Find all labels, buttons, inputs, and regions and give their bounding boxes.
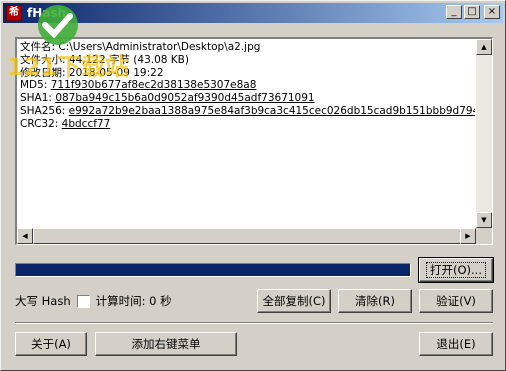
hash-value-link[interactable]: 4bdccf77 [62, 118, 111, 130]
add-context-menu-button[interactable]: 添加右键菜单 [95, 332, 237, 356]
output-line-label: 文件名: [20, 41, 59, 53]
output-line-label: CRC32: [20, 117, 62, 130]
fhash-window: 希 fHash _ □ × 文件名: C:\Users\Administrato… [0, 0, 506, 371]
hash-output-text[interactable]: 文件名: C:\Users\Administrator\Desktop\a2.j… [20, 41, 475, 228]
horizontal-scroll-thumb[interactable] [33, 228, 473, 244]
uppercase-hash-checkbox[interactable] [76, 294, 90, 308]
open-button[interactable]: 打开(O)... [418, 257, 494, 283]
scroll-left-icon[interactable]: ◀ [17, 228, 33, 244]
output-line-label: MD5: [20, 79, 51, 92]
output-line-label: SHA1: [20, 92, 56, 105]
output-line-label: 文件大小: [20, 53, 69, 66]
separator [15, 322, 493, 324]
copy-all-button[interactable]: 全部复制(C) [257, 289, 331, 313]
output-line-value: 44,122 字节 (43.08 KB) [68, 53, 189, 66]
progress-bar [15, 263, 411, 277]
output-line-label: 修改日期: [20, 66, 69, 79]
hash-value-link[interactable]: e992a72b9e2baa1388a975e84af3b9ca3c415cec… [69, 105, 475, 117]
title-bar[interactable]: 希 fHash _ □ × [3, 3, 503, 23]
output-line: 文件名: C:\Users\Administrator\Desktop\a2.j… [20, 41, 475, 54]
scroll-down-icon[interactable]: ▼ [476, 212, 492, 228]
output-line: 修改日期: 2018-05-09 19:22 [20, 67, 475, 80]
app-icon: 希 [6, 5, 22, 21]
exit-button[interactable]: 退出(E) [419, 332, 493, 356]
output-line-label: SHA256: [20, 104, 69, 117]
hash-value-link[interactable]: 087ba949c15b6a0d9052af9390d45adf73671091 [55, 92, 314, 104]
scroll-right-icon[interactable]: ▶ [460, 228, 476, 244]
progress-fill [16, 264, 410, 276]
output-line: 文件大小: 44,122 字节 (43.08 KB) [20, 54, 475, 67]
output-line: SHA1: 087ba949c15b6a0d9052af9390d45adf73… [20, 92, 475, 105]
hash-output-area[interactable]: 文件名: C:\Users\Administrator\Desktop\a2.j… [15, 37, 493, 245]
minimize-button[interactable]: _ [446, 5, 462, 19]
options-row: 大写 Hash 计算时间: 0 秒 [15, 293, 172, 309]
output-line: MD5: 711f930b677af8ec2d38138e5307e8a8 [20, 79, 475, 92]
scrollbar-corner [476, 228, 492, 244]
output-line-value: 2018-05-09 19:22 [68, 66, 164, 79]
output-line: CRC32: 4bdccf77 [20, 118, 475, 131]
close-button[interactable]: × [484, 5, 500, 19]
calc-time-label: 计算时间: 0 秒 [95, 294, 172, 308]
vertical-scrollbar[interactable]: ▲ ▼ [476, 39, 492, 228]
verify-button[interactable]: 验证(V) [419, 289, 493, 313]
open-button-label: 打开(O)... [426, 262, 486, 278]
uppercase-hash-label: 大写 Hash [15, 294, 71, 308]
output-line: SHA256: e992a72b9e2baa1388a975e84af3b9ca… [20, 105, 475, 118]
clear-button[interactable]: 清除(R) [338, 289, 412, 313]
window-title: fHash [27, 6, 67, 20]
maximize-button[interactable]: □ [464, 5, 480, 19]
scroll-up-icon[interactable]: ▲ [476, 39, 492, 55]
about-button[interactable]: 关于(A) [15, 332, 87, 356]
output-line-value: C:\Users\Administrator\Desktop\a2.jpg [58, 41, 261, 53]
horizontal-scrollbar[interactable]: ◀ ▶ [17, 228, 476, 244]
hash-value-link[interactable]: 711f930b677af8ec2d38138e5307e8a8 [51, 79, 257, 91]
